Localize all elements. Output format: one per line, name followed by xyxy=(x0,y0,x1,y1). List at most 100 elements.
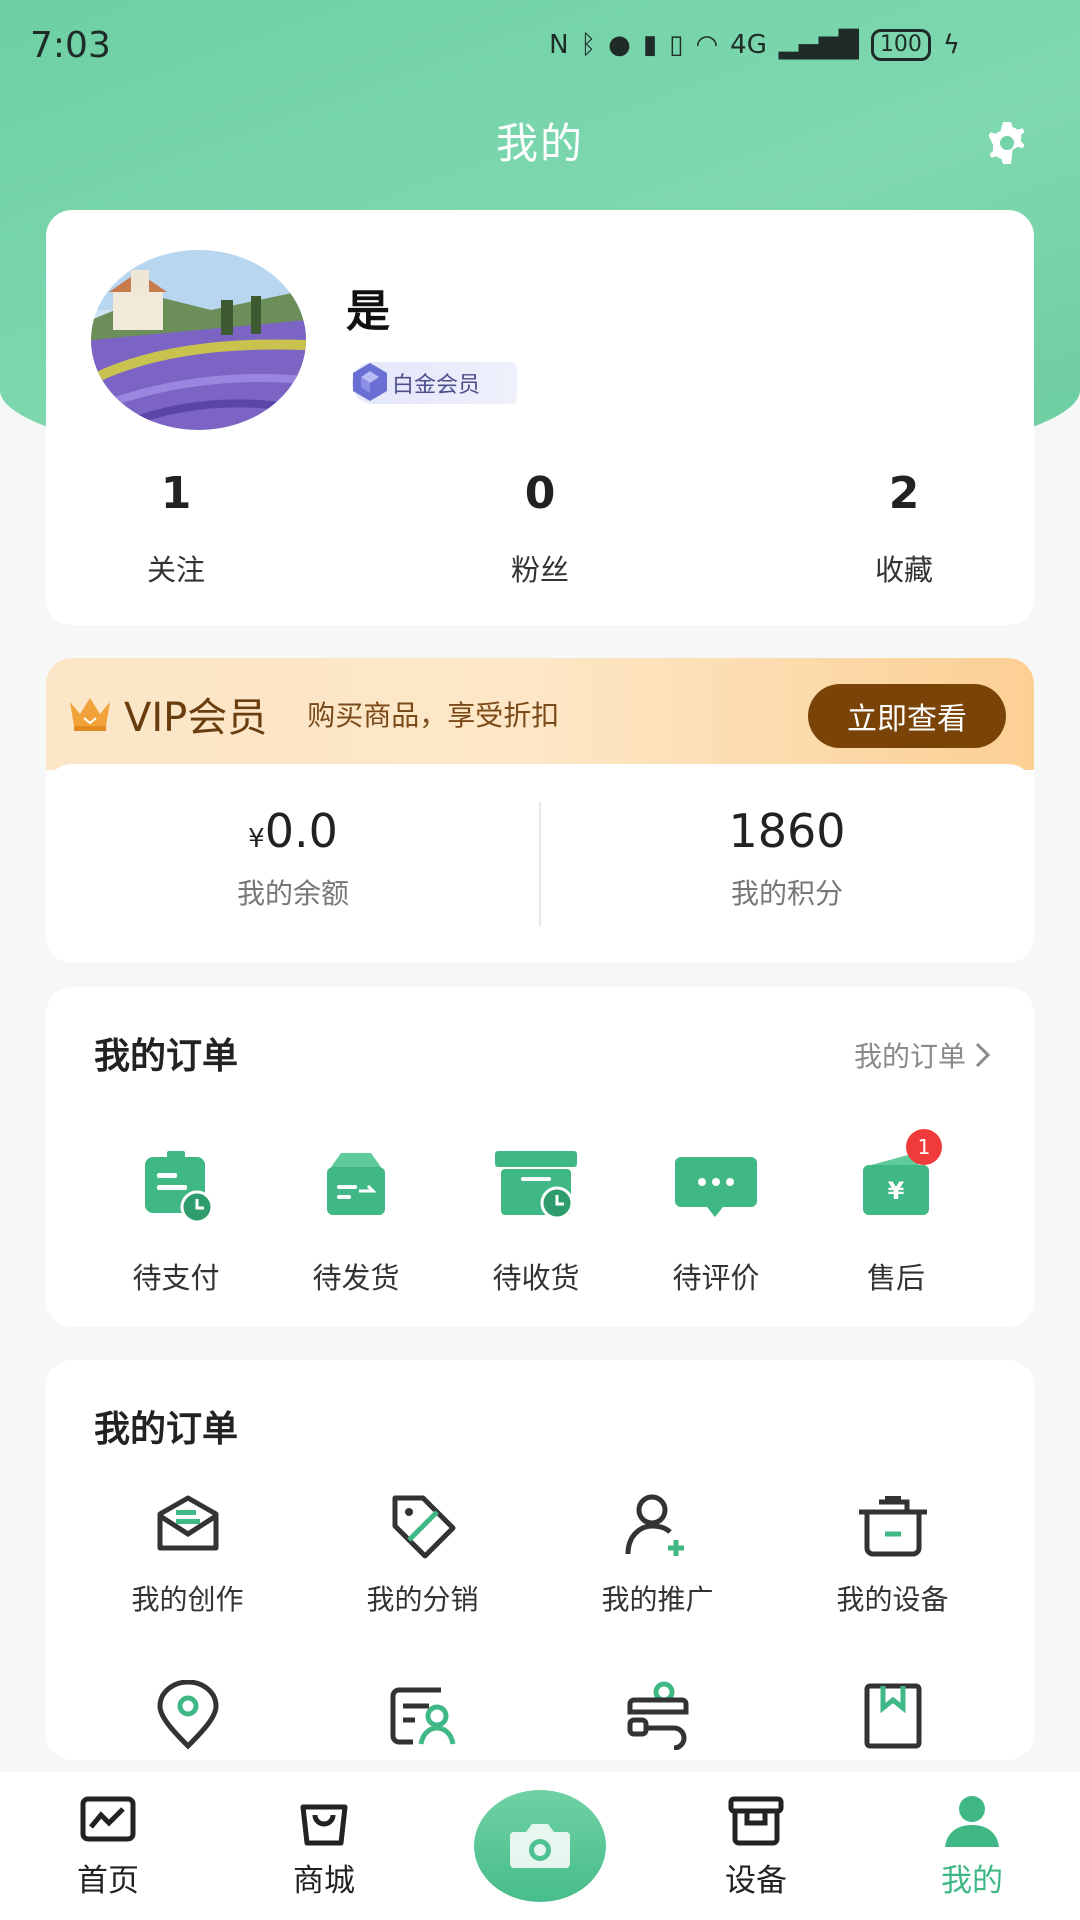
flow-chart-icon xyxy=(627,1681,688,1750)
order-item-label: 售后 xyxy=(866,1261,925,1295)
vip-view-button[interactable]: 立即查看 xyxy=(808,684,1006,748)
order-item-label: 待支付 xyxy=(132,1261,220,1295)
stat-favorites[interactable]: 2 收藏 xyxy=(834,468,974,589)
vip-card: VIP会员 购买商品，享受折扣 立即查看 ¥0.0 我的余额 1860 我的积分 xyxy=(46,658,1034,963)
wifi-icon: ◠ xyxy=(695,30,719,60)
tools-title: 我的订单 xyxy=(94,1409,239,1450)
crown-icon xyxy=(70,698,110,731)
orders-title: 我的订单 xyxy=(94,1036,239,1077)
orders-more-link[interactable]: 我的订单 xyxy=(854,1035,992,1075)
status-bar: 7:03 N ᛒ ● ▮ ▯ ◠ 4G ▂▄▆█ 100 ϟ xyxy=(0,0,1080,90)
stat-value: 2 xyxy=(888,468,920,519)
tool-my-device[interactable]: 我的设备 xyxy=(775,1490,1010,1618)
balance-value: ¥0.0 xyxy=(46,804,540,858)
charging-icon: ϟ xyxy=(942,30,960,60)
stat-label: 粉丝 xyxy=(510,553,569,587)
bookmark-icon xyxy=(864,1683,921,1749)
camera-button[interactable] xyxy=(474,1790,606,1902)
mic-icon: ▮ xyxy=(642,30,658,60)
vip-title: VIP会员 xyxy=(124,695,268,741)
tab-label: 商城 xyxy=(293,1862,355,1899)
tools-card: 我的订单 我的创作 我的分销 我的推广 我的设备 xyxy=(46,1360,1034,1760)
vip-subtitle: 购买商品，享受折扣 xyxy=(307,699,560,732)
pending-payment-icon xyxy=(145,1151,214,1224)
status-icons: N ᛒ ● ▮ ▯ ◠ 4G ▂▄▆█ 100 ϟ xyxy=(549,29,960,61)
tool-my-promotion[interactable]: 我的推广 xyxy=(540,1490,775,1618)
order-pending-shipment[interactable]: 待发货 xyxy=(266,1147,446,1297)
device-pot-icon xyxy=(858,1496,927,1557)
tab-label: 我的 xyxy=(941,1862,1003,1899)
tab-label: 设备 xyxy=(725,1862,787,1899)
tool-label: 我的推广 xyxy=(601,1583,714,1616)
avatar[interactable] xyxy=(91,250,306,430)
location-icon: ● xyxy=(608,30,631,60)
balance-label: 我的余额 xyxy=(236,877,349,910)
location-pin-icon xyxy=(156,1680,219,1750)
profile-card: 是 白金会员 1 关注 0 粉丝 2 收藏 xyxy=(46,210,1034,625)
orders-card: 我的订单 我的订单 待支付 待发货 待收货 待评价 ¥ 1 售后 xyxy=(46,987,1034,1327)
tab-device[interactable]: 设备 xyxy=(648,1793,864,1900)
pending-review-icon xyxy=(675,1157,757,1217)
order-pending-receipt[interactable]: 待收货 xyxy=(446,1147,626,1297)
stat-following[interactable]: 1 关注 xyxy=(106,468,246,589)
profile-card-icon xyxy=(390,1687,455,1745)
title-bar: 我的 xyxy=(0,100,1080,180)
order-after-sales[interactable]: ¥ 1 售后 xyxy=(806,1129,986,1297)
points-label: 我的积分 xyxy=(730,877,843,910)
points-section[interactable]: 1860 我的积分 xyxy=(540,764,1034,963)
tool-bookmark[interactable] xyxy=(775,1680,1010,1750)
points-value: 1860 xyxy=(728,804,846,858)
network-type: 4G xyxy=(730,30,767,60)
gear-icon[interactable] xyxy=(982,118,1032,168)
tool-my-creation[interactable]: 我的创作 xyxy=(70,1490,305,1618)
tool-label: 我的分销 xyxy=(366,1583,479,1616)
order-status-list: 待支付 待发货 待收货 待评价 ¥ 1 售后 xyxy=(86,1129,986,1297)
username: 是 xyxy=(346,286,390,337)
stat-fans[interactable]: 0 粉丝 xyxy=(470,468,610,589)
tool-flow[interactable] xyxy=(540,1680,775,1750)
stat-value: 1 xyxy=(160,468,192,519)
tools-grid: 我的创作 我的分销 我的推广 我的设备 xyxy=(46,1490,1034,1750)
order-pending-review[interactable]: 待评价 xyxy=(626,1147,806,1297)
order-item-label: 待发货 xyxy=(312,1261,400,1295)
order-item-label: 待评价 xyxy=(672,1261,760,1295)
shopping-bag-icon xyxy=(300,1804,348,1845)
orders-more-label: 我的订单 xyxy=(853,1040,966,1073)
distribution-tag-icon xyxy=(392,1495,455,1559)
camera-icon xyxy=(510,1824,570,1868)
vibrate-icon: ▯ xyxy=(669,30,684,60)
balance-amount: 0.0 xyxy=(264,804,338,858)
diamond-icon xyxy=(353,363,387,401)
nfc-icon: N xyxy=(549,30,569,60)
stat-label: 收藏 xyxy=(874,553,933,587)
vip-banner: VIP会员 购买商品，享受折扣 立即查看 xyxy=(46,658,1034,770)
balance-section[interactable]: ¥0.0 我的余额 xyxy=(46,764,540,963)
device-box-icon xyxy=(728,1796,784,1845)
tab-mine[interactable]: 我的 xyxy=(864,1793,1080,1900)
order-pending-payment[interactable]: 待支付 xyxy=(86,1147,266,1297)
stat-value: 0 xyxy=(524,468,556,519)
tab-home[interactable]: 首页 xyxy=(0,1793,216,1900)
order-item-label: 待收货 xyxy=(492,1261,580,1295)
bluetooth-icon: ᛒ xyxy=(580,30,597,60)
member-level-label: 白金会员 xyxy=(392,373,481,398)
currency-symbol: ¥ xyxy=(248,824,265,854)
battery-indicator: 100 xyxy=(870,29,931,61)
promotion-user-icon xyxy=(625,1494,684,1556)
tool-location[interactable] xyxy=(70,1680,305,1750)
tab-mall[interactable]: 商城 xyxy=(216,1793,432,1900)
tool-label: 我的创作 xyxy=(131,1583,244,1616)
signal-icon: ▂▄▆█ xyxy=(778,30,859,60)
home-chart-icon xyxy=(80,1796,136,1841)
tool-profile-card[interactable] xyxy=(305,1680,540,1750)
after-sales-badge: 1 xyxy=(906,1129,942,1165)
member-level-badge: 白金会员 xyxy=(352,362,517,404)
tool-label: 我的设备 xyxy=(836,1583,949,1616)
tool-my-distribution[interactable]: 我的分销 xyxy=(305,1490,540,1618)
person-icon xyxy=(945,1795,999,1847)
profile-stats: 1 关注 0 粉丝 2 收藏 xyxy=(46,468,1034,589)
status-time: 7:03 xyxy=(30,24,111,66)
pending-shipment-icon xyxy=(327,1153,385,1215)
balance-panel: ¥0.0 我的余额 1860 我的积分 xyxy=(46,764,1034,963)
creation-mail-icon xyxy=(157,1495,218,1551)
